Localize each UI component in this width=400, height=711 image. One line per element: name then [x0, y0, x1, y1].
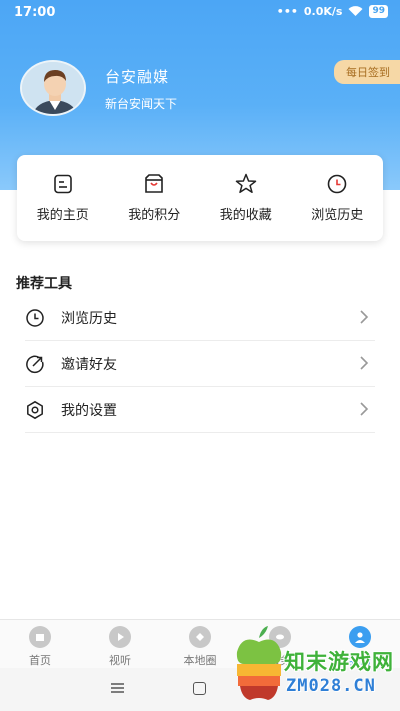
star-icon	[235, 173, 256, 194]
wifi-icon	[348, 6, 363, 16]
tab-local[interactable]: 本地圈	[160, 620, 240, 668]
tool-item-history[interactable]: 浏览历史	[25, 295, 375, 341]
quick-link-label: 我的主页	[36, 208, 89, 223]
chevron-right-icon	[360, 310, 369, 324]
signal-icon: •••	[276, 5, 298, 18]
tool-item-settings[interactable]: 我的设置	[25, 387, 375, 433]
avatar[interactable]	[20, 60, 86, 116]
status-time: 17:00	[14, 5, 56, 20]
quick-link-history[interactable]: 浏览历史	[292, 155, 384, 241]
menu-icon[interactable]	[111, 682, 124, 694]
tool-item-label: 邀请好友	[61, 356, 117, 373]
quick-link-points[interactable]: 我的积分	[109, 155, 201, 241]
profile-name: 台安融媒	[105, 68, 170, 86]
quick-link-label: 浏览历史	[311, 208, 364, 223]
tab-media[interactable]: 视听	[80, 620, 160, 668]
tool-item-label: 我的设置	[61, 402, 117, 419]
quick-link-label: 我的积分	[128, 208, 181, 223]
watermark-url: ZM028.CN	[286, 676, 376, 696]
quick-link-homepage[interactable]: 我的主页	[17, 155, 109, 241]
tab-label: 首页	[29, 654, 51, 667]
invite-icon	[26, 355, 44, 373]
daily-checkin-button[interactable]: 每日签到	[334, 60, 400, 84]
points-bag-icon	[145, 174, 164, 193]
status-icons: ••• 0.0K/s 99	[277, 5, 388, 18]
settings-hex-icon	[27, 400, 43, 419]
quick-link-label: 我的收藏	[219, 208, 272, 223]
local-circle-icon	[189, 626, 211, 648]
quick-links-card: 我的主页 我的积分 我的收藏 浏览历史	[17, 155, 383, 241]
battery-icon: 99	[369, 5, 388, 18]
watermark-title: 知末游戏网	[284, 650, 394, 674]
clock-icon	[327, 174, 347, 194]
homepage-icon	[53, 174, 72, 194]
chevron-right-icon	[360, 356, 369, 370]
tab-label: 本地圈	[183, 654, 217, 667]
status-bar: 17:00 ••• 0.0K/s 99	[0, 0, 400, 26]
chevron-right-icon	[360, 402, 369, 416]
quick-link-favorites[interactable]: 我的收藏	[200, 155, 292, 241]
tab-home[interactable]: 首页	[0, 620, 80, 668]
tool-item-label: 浏览历史	[61, 310, 117, 327]
clock-icon	[26, 308, 44, 327]
home-icon	[29, 626, 51, 648]
home-square-icon[interactable]	[193, 682, 206, 695]
network-speed: 0.0K/s	[303, 5, 343, 18]
tools-section-title: 推荐工具	[16, 276, 72, 292]
tool-list: 浏览历史 邀请好友 我的设置	[25, 295, 375, 433]
play-icon	[109, 626, 131, 648]
tab-label: 视听	[109, 654, 131, 667]
tool-item-invite[interactable]: 邀请好友	[25, 341, 375, 387]
apple-logo-icon	[236, 626, 282, 700]
profile-description: 新台安闻天下	[105, 97, 178, 111]
watermark: 知末游戏网 ZM028.CN	[232, 624, 400, 710]
